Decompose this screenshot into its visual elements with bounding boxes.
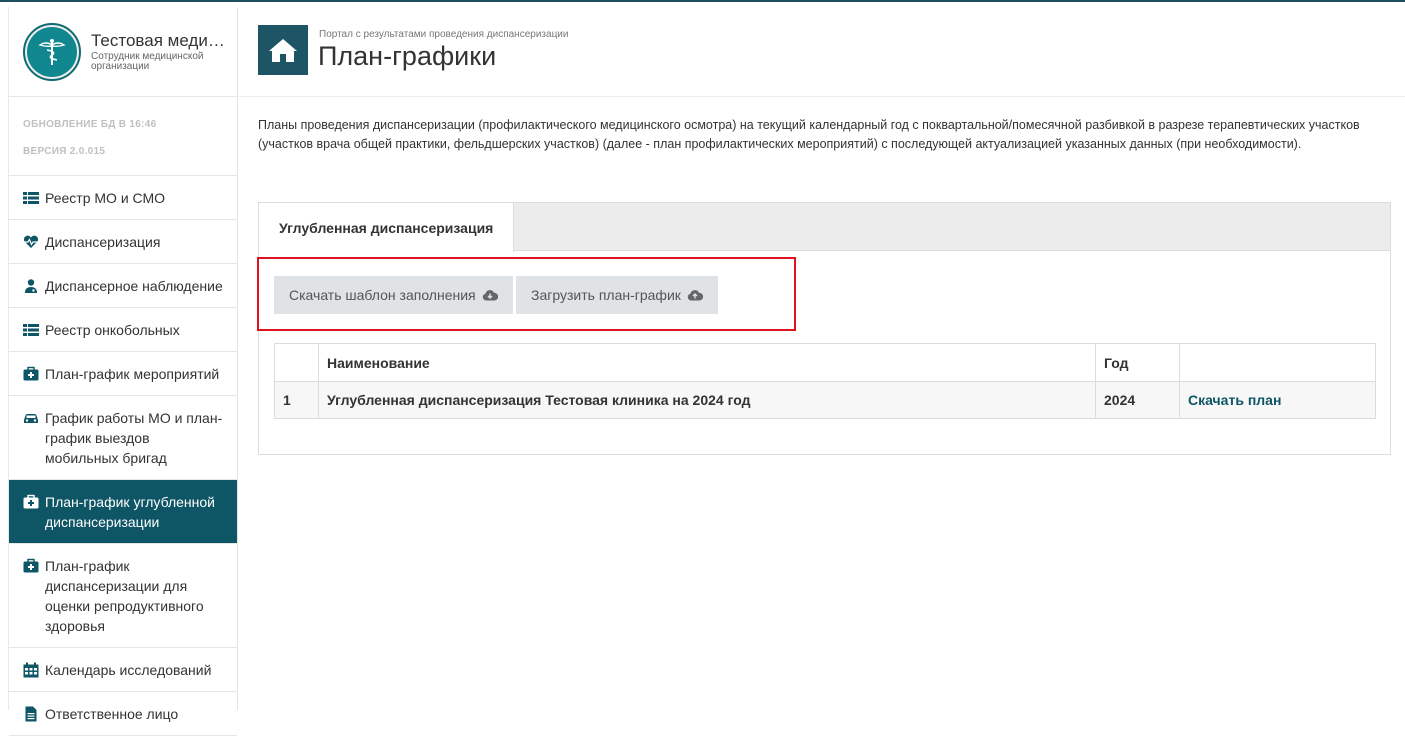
top-accent-line xyxy=(0,0,1405,2)
home-icon xyxy=(269,39,297,62)
tab-bar: Углубленная диспансеризация xyxy=(259,203,1390,252)
file-icon xyxy=(25,706,37,722)
heartbeat-icon xyxy=(23,235,39,248)
sidebar-item-label: План-график диспансеризации для оценки р… xyxy=(45,558,204,634)
download-plan-link[interactable]: Скачать план xyxy=(1179,381,1376,419)
tab-panel: Углубленная диспансеризация Скачать шабл… xyxy=(257,202,1391,455)
sidebar-item-mo-registry[interactable]: Реестр МО и СМО xyxy=(9,176,237,220)
db-update-label: ОБНОВЛЕНИЕ БД В 16:46 xyxy=(23,119,157,130)
sidebar-item-responsible-person[interactable]: Ответственное лицо xyxy=(9,692,237,736)
version-label: ВЕРСИЯ 2.0.015 xyxy=(23,146,106,157)
row-year: 2024 xyxy=(1095,381,1180,419)
medkit-icon xyxy=(23,558,39,573)
column-header-action xyxy=(1179,343,1376,382)
table-header-row: Наименование Год xyxy=(274,343,1376,382)
car-icon xyxy=(24,414,38,423)
meta-info: ОБНОВЛЕНИЕ БД В 16:46 ВЕРСИЯ 2.0.015 xyxy=(9,97,237,176)
table-row: 1 Углубленная диспансеризация Тестовая к… xyxy=(274,381,1376,419)
logo xyxy=(23,22,81,81)
row-number: 1 xyxy=(274,381,319,419)
sidebar-item-label: Ответственное лицо xyxy=(45,706,179,722)
upload-plan-button[interactable]: Загрузить план-график xyxy=(516,276,718,314)
sidebar-item-dispanserization[interactable]: Диспансеризация xyxy=(9,220,237,264)
caduceus-icon xyxy=(38,38,66,65)
sidebar-item-deep-dispanserization[interactable]: План-график углубленной диспансеризации xyxy=(9,480,237,544)
sidebar-item-label: График работы МО и план-график выездов м… xyxy=(45,410,223,466)
sidebar-item-calendar[interactable]: Календарь исследований xyxy=(9,648,237,692)
sidebar-item-label: План-график мероприятий xyxy=(45,366,220,382)
sidebar-item-observation[interactable]: Диспансерное наблюдение xyxy=(9,264,237,308)
user-md-icon xyxy=(25,279,37,293)
sidebar-item-events-plan[interactable]: План-график мероприятий xyxy=(9,352,237,396)
page-header: Портал с результатами проведения диспанс… xyxy=(239,7,1405,97)
portal-subtitle: Портал с результатами проведения диспанс… xyxy=(319,29,569,40)
download-template-button[interactable]: Скачать шаблон заполнения xyxy=(274,276,513,314)
list-icon xyxy=(23,324,39,336)
download-template-label: Скачать шаблон заполнения xyxy=(289,287,476,303)
list-icon xyxy=(23,192,39,204)
sidebar-item-reproductive-plan[interactable]: План-график диспансеризации для оценки р… xyxy=(9,544,237,648)
sidebar-item-label: Реестр онкобольных xyxy=(45,322,180,338)
upload-plan-label: Загрузить план-график xyxy=(531,287,681,303)
column-header-year: Год xyxy=(1095,343,1180,382)
column-header-number xyxy=(274,343,319,382)
sidebar-item-label: Календарь исследований xyxy=(45,662,212,678)
brand[interactable]: Тестовая медицинская организация Сотрудн… xyxy=(9,7,237,97)
sidebar-item-label: Реестр МО и СМО xyxy=(45,190,166,206)
plans-table: Наименование Год 1 Углубленная диспансер… xyxy=(274,343,1376,419)
page-title: План-графики xyxy=(318,41,497,71)
sidebar-item-mobile-brigades[interactable]: График работы МО и план-график выездов м… xyxy=(9,396,237,480)
page-description: Планы проведения диспансеризации (профил… xyxy=(258,118,1360,151)
brand-title: Тестовая медицинская организация xyxy=(91,31,231,50)
sidebar-item-onco-registry[interactable]: Реестр онкобольных xyxy=(9,308,237,352)
medkit-icon xyxy=(23,494,39,509)
sidebar: Тестовая медицинская организация Сотрудн… xyxy=(8,7,238,736)
sidebar-item-label: Диспансерное наблюдение xyxy=(45,278,223,294)
row-name: Углубленная диспансеризация Тестовая кли… xyxy=(318,381,1096,419)
medkit-icon xyxy=(23,366,39,381)
sidebar-item-label: Диспансеризация xyxy=(45,234,161,250)
calendar-icon xyxy=(23,662,39,678)
sidebar-item-label: План-график углубленной диспансеризации xyxy=(45,494,215,530)
brand-subtitle: Сотрудник медицинской организации xyxy=(91,51,204,72)
tab-deep-dispanserization[interactable]: Углубленная диспансеризация xyxy=(259,203,515,252)
cloud-download-icon xyxy=(482,290,498,301)
cloud-upload-icon xyxy=(687,290,703,301)
home-button[interactable] xyxy=(258,25,308,75)
column-header-name: Наименование xyxy=(318,343,1096,382)
